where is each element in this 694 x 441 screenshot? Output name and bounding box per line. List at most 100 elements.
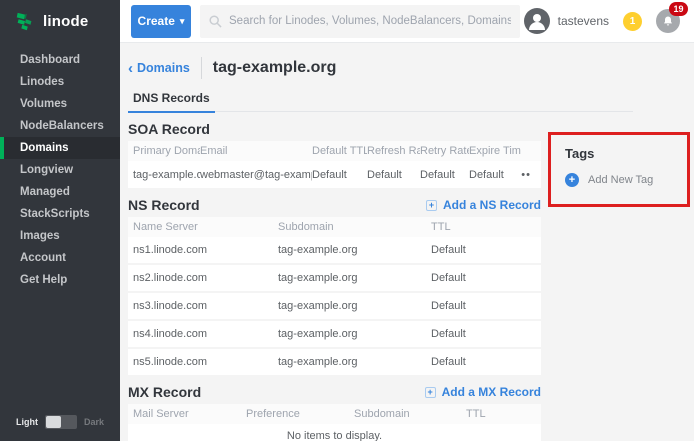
mx-section: MX Record + Add a MX Record Mail Server … xyxy=(128,384,694,441)
search-icon xyxy=(209,15,222,28)
ns-ttl-value: Default xyxy=(431,321,541,347)
soa-primary-domain-value: tag-example.org xyxy=(133,161,200,188)
ns-table: Name Server Subdomain TTL ns1.linode.com… xyxy=(128,217,541,375)
ns-col-ttl: TTL xyxy=(431,217,541,237)
theme-light-label: Light xyxy=(16,417,38,427)
sidebar: linode Dashboard Linodes Volumes NodeBal… xyxy=(0,0,120,441)
soa-expire-time-value: Default xyxy=(469,161,521,188)
tab-bar: DNS Records xyxy=(128,89,633,112)
sidebar-item-images[interactable]: Images xyxy=(0,225,120,247)
soa-section-title: SOA Record xyxy=(128,121,210,137)
topbar: Create ▾ tastevens 1 19 xyxy=(120,0,694,43)
add-new-tag-button[interactable]: + Add New Tag xyxy=(565,173,687,187)
theme-toggle-switch[interactable] xyxy=(45,415,77,429)
avatar[interactable] xyxy=(524,8,550,34)
sidebar-item-stackscripts[interactable]: StackScripts xyxy=(0,203,120,225)
plus-circle-icon: + xyxy=(565,173,579,187)
ns-subdomain-value: tag-example.org xyxy=(278,321,431,347)
sidebar-item-managed[interactable]: Managed xyxy=(0,181,120,203)
ns-name-server-value: ns3.linode.com xyxy=(133,293,278,319)
soa-actions-menu-icon[interactable]: ••• xyxy=(521,161,541,188)
add-new-tag-label: Add New Tag xyxy=(588,174,653,186)
search-input[interactable] xyxy=(229,15,511,27)
soa-default-ttl-value: Default xyxy=(312,161,367,188)
ns-table-row: ns4.linode.com tag-example.org Default xyxy=(128,321,541,349)
soa-table: Primary Domain Email Default TTL Refresh… xyxy=(128,141,541,188)
ns-name-server-value: ns5.linode.com xyxy=(133,349,278,375)
tags-panel-highlight: Tags + Add New Tag xyxy=(548,132,690,207)
ns-subdomain-value: tag-example.org xyxy=(278,265,431,291)
add-ns-record-label: Add a NS Record xyxy=(443,198,541,212)
sidebar-nav: Dashboard Linodes Volumes NodeBalancers … xyxy=(0,49,120,291)
soa-refresh-rate-value: Default xyxy=(367,161,420,188)
mx-col-ttl: TTL xyxy=(466,404,541,424)
breadcrumb-back-link[interactable]: ‹ Domains xyxy=(128,61,190,76)
ns-section: NS Record + Add a NS Record Name Server … xyxy=(128,197,694,375)
add-ns-record-button[interactable]: + Add a NS Record xyxy=(426,198,541,212)
mx-empty-state: No items to display. xyxy=(128,424,541,441)
soa-col-retry-rate: Retry Rate xyxy=(420,141,469,161)
create-button[interactable]: Create ▾ xyxy=(131,5,191,38)
ns-subdomain-value: tag-example.org xyxy=(278,349,431,375)
add-mx-record-button[interactable]: + Add a MX Record xyxy=(425,385,541,399)
ns-ttl-value: Default xyxy=(431,293,541,319)
ns-table-row: ns3.linode.com tag-example.org Default xyxy=(128,293,541,321)
theme-toggle-knob[interactable] xyxy=(46,416,61,428)
breadcrumb-back-label: Domains xyxy=(137,61,190,75)
theme-dark-label: Dark xyxy=(84,417,104,427)
ns-name-server-value: ns1.linode.com xyxy=(133,237,278,263)
sidebar-item-dashboard[interactable]: Dashboard xyxy=(0,49,120,71)
ns-name-server-value: ns4.linode.com xyxy=(133,321,278,347)
plus-square-icon: + xyxy=(426,200,437,211)
create-button-label: Create xyxy=(138,14,175,28)
ns-ttl-value: Default xyxy=(431,265,541,291)
ns-subdomain-value: tag-example.org xyxy=(278,237,431,263)
search-bar[interactable] xyxy=(200,5,520,38)
user-area: tastevens 1 19 xyxy=(524,8,686,34)
breadcrumb: ‹ Domains tag-example.org xyxy=(128,55,694,81)
mx-table: Mail Server Preference Subdomain TTL No … xyxy=(128,404,541,441)
mx-col-preference: Preference xyxy=(246,404,354,424)
notifications-button[interactable]: 19 xyxy=(656,9,680,33)
mx-section-title: MX Record xyxy=(128,384,201,400)
soa-retry-rate-value: Default xyxy=(420,161,469,188)
sidebar-item-nodebalancers[interactable]: NodeBalancers xyxy=(0,115,120,137)
mx-col-mail-server: Mail Server xyxy=(133,404,246,424)
linode-logo[interactable]: linode xyxy=(0,0,120,43)
main-content: ‹ Domains tag-example.org DNS Records SO… xyxy=(120,43,694,441)
soa-col-refresh-rate: Refresh Rate xyxy=(367,141,420,161)
events-badge[interactable]: 1 xyxy=(623,12,642,31)
ns-table-row: ns2.linode.com tag-example.org Default xyxy=(128,265,541,293)
ns-ttl-value: Default xyxy=(431,349,541,375)
username[interactable]: tastevens xyxy=(558,14,609,28)
ns-col-name-server: Name Server xyxy=(133,217,278,237)
ns-section-title: NS Record xyxy=(128,197,200,213)
soa-email-value: webmaster@tag-example.org xyxy=(200,161,312,188)
linode-logo-icon xyxy=(14,11,36,33)
page-title: tag-example.org xyxy=(213,59,337,77)
soa-col-expire-time: Expire Time xyxy=(469,141,521,161)
soa-col-primary-domain: Primary Domain xyxy=(133,141,200,161)
tab-dns-records[interactable]: DNS Records xyxy=(128,91,215,113)
chevron-left-icon: ‹ xyxy=(128,61,133,76)
chevron-down-icon: ▾ xyxy=(180,17,185,26)
ns-col-subdomain: Subdomain xyxy=(278,217,431,237)
plus-square-icon: + xyxy=(425,387,436,398)
sidebar-item-get-help[interactable]: Get Help xyxy=(0,269,120,291)
ns-ttl-value: Default xyxy=(431,237,541,263)
ns-table-header: Name Server Subdomain TTL xyxy=(128,217,541,237)
soa-table-header: Primary Domain Email Default TTL Refresh… xyxy=(128,141,541,161)
sidebar-item-volumes[interactable]: Volumes xyxy=(0,93,120,115)
sidebar-item-longview[interactable]: Longview xyxy=(0,159,120,181)
sidebar-item-account[interactable]: Account xyxy=(0,247,120,269)
ns-subdomain-value: tag-example.org xyxy=(278,293,431,319)
ns-table-row: ns1.linode.com tag-example.org Default xyxy=(128,237,541,265)
add-mx-record-label: Add a MX Record xyxy=(442,385,541,399)
linode-logo-text: linode xyxy=(43,13,88,30)
soa-table-row: tag-example.org webmaster@tag-example.or… xyxy=(128,161,541,188)
mx-table-header: Mail Server Preference Subdomain TTL xyxy=(128,404,541,424)
theme-toggle-row: Light Dark xyxy=(16,415,104,429)
sidebar-item-linodes[interactable]: Linodes xyxy=(0,71,120,93)
breadcrumb-divider xyxy=(201,57,202,79)
sidebar-item-domains[interactable]: Domains xyxy=(0,137,120,159)
